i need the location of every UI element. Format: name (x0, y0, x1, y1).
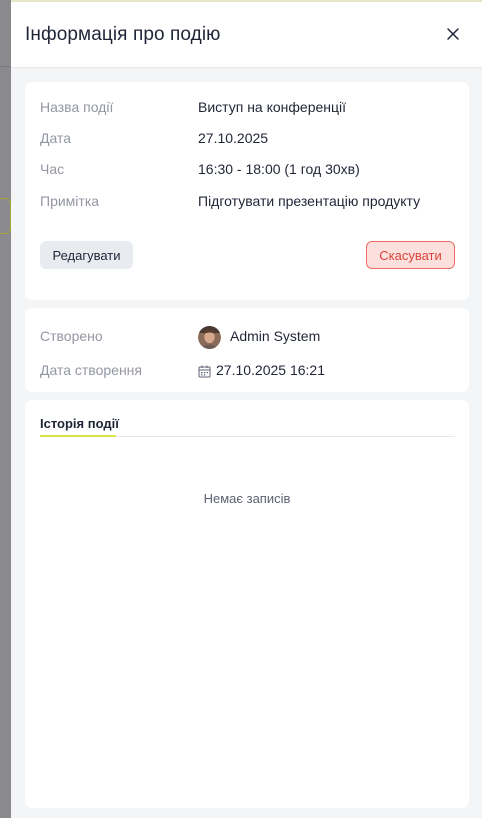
event-details-card: Назва події Виступ на конференції Дата 2… (25, 82, 469, 300)
created-by-label: Створено (40, 328, 103, 344)
creator-name: Admin System (230, 328, 321, 344)
avatar (198, 326, 221, 349)
cancel-event-button[interactable]: Скасувати (366, 241, 455, 269)
detail-label: Час (40, 161, 65, 177)
created-at-value: 27.10.2025 16:21 (216, 362, 325, 378)
detail-label: Дата (40, 130, 72, 146)
detail-value: 16:30 - 18:00 (1 год 30хв) (198, 161, 360, 177)
event-history-card: Історія події Немає записів (25, 400, 469, 808)
detail-value: 27.10.2025 (198, 130, 269, 146)
detail-row-date: Дата 27.10.2025 (40, 130, 460, 150)
close-button[interactable] (445, 26, 461, 42)
calendar-icon (198, 365, 211, 378)
created-by-row: Створено Admin System (40, 326, 460, 349)
detail-label: Примітка (40, 193, 100, 209)
created-at-row: Дата створення 27.10.2025 16:21 (40, 362, 460, 382)
backdrop-element (0, 198, 11, 234)
history-tab[interactable]: Історія події (40, 416, 119, 431)
page-backdrop (0, 0, 11, 818)
event-info-drawer: Інформація про подію Назва події Виступ … (11, 0, 482, 818)
detail-label: Назва події (40, 99, 114, 115)
history-empty-text: Немає записів (203, 491, 291, 506)
event-meta-card: Створено Admin System Дата створення 27.… (25, 308, 469, 392)
drawer-title: Інформація про подію (25, 24, 221, 45)
history-tab-indicator (40, 435, 116, 437)
detail-value: Виступ на конференції (198, 99, 347, 115)
detail-row-title: Назва події Виступ на конференції (40, 99, 460, 119)
backdrop-divider (0, 66, 11, 67)
detail-row-time: Час 16:30 - 18:00 (1 год 30хв) (40, 161, 460, 181)
detail-value: Підготувати презентацію продукту (198, 193, 421, 209)
close-icon (447, 28, 459, 40)
drawer-header: Інформація про подію (11, 2, 482, 68)
edit-button[interactable]: Редагувати (40, 241, 133, 269)
created-at-label: Дата створення (40, 362, 142, 378)
detail-row-note: Примітка Підготувати презентацію продукт… (40, 193, 460, 213)
